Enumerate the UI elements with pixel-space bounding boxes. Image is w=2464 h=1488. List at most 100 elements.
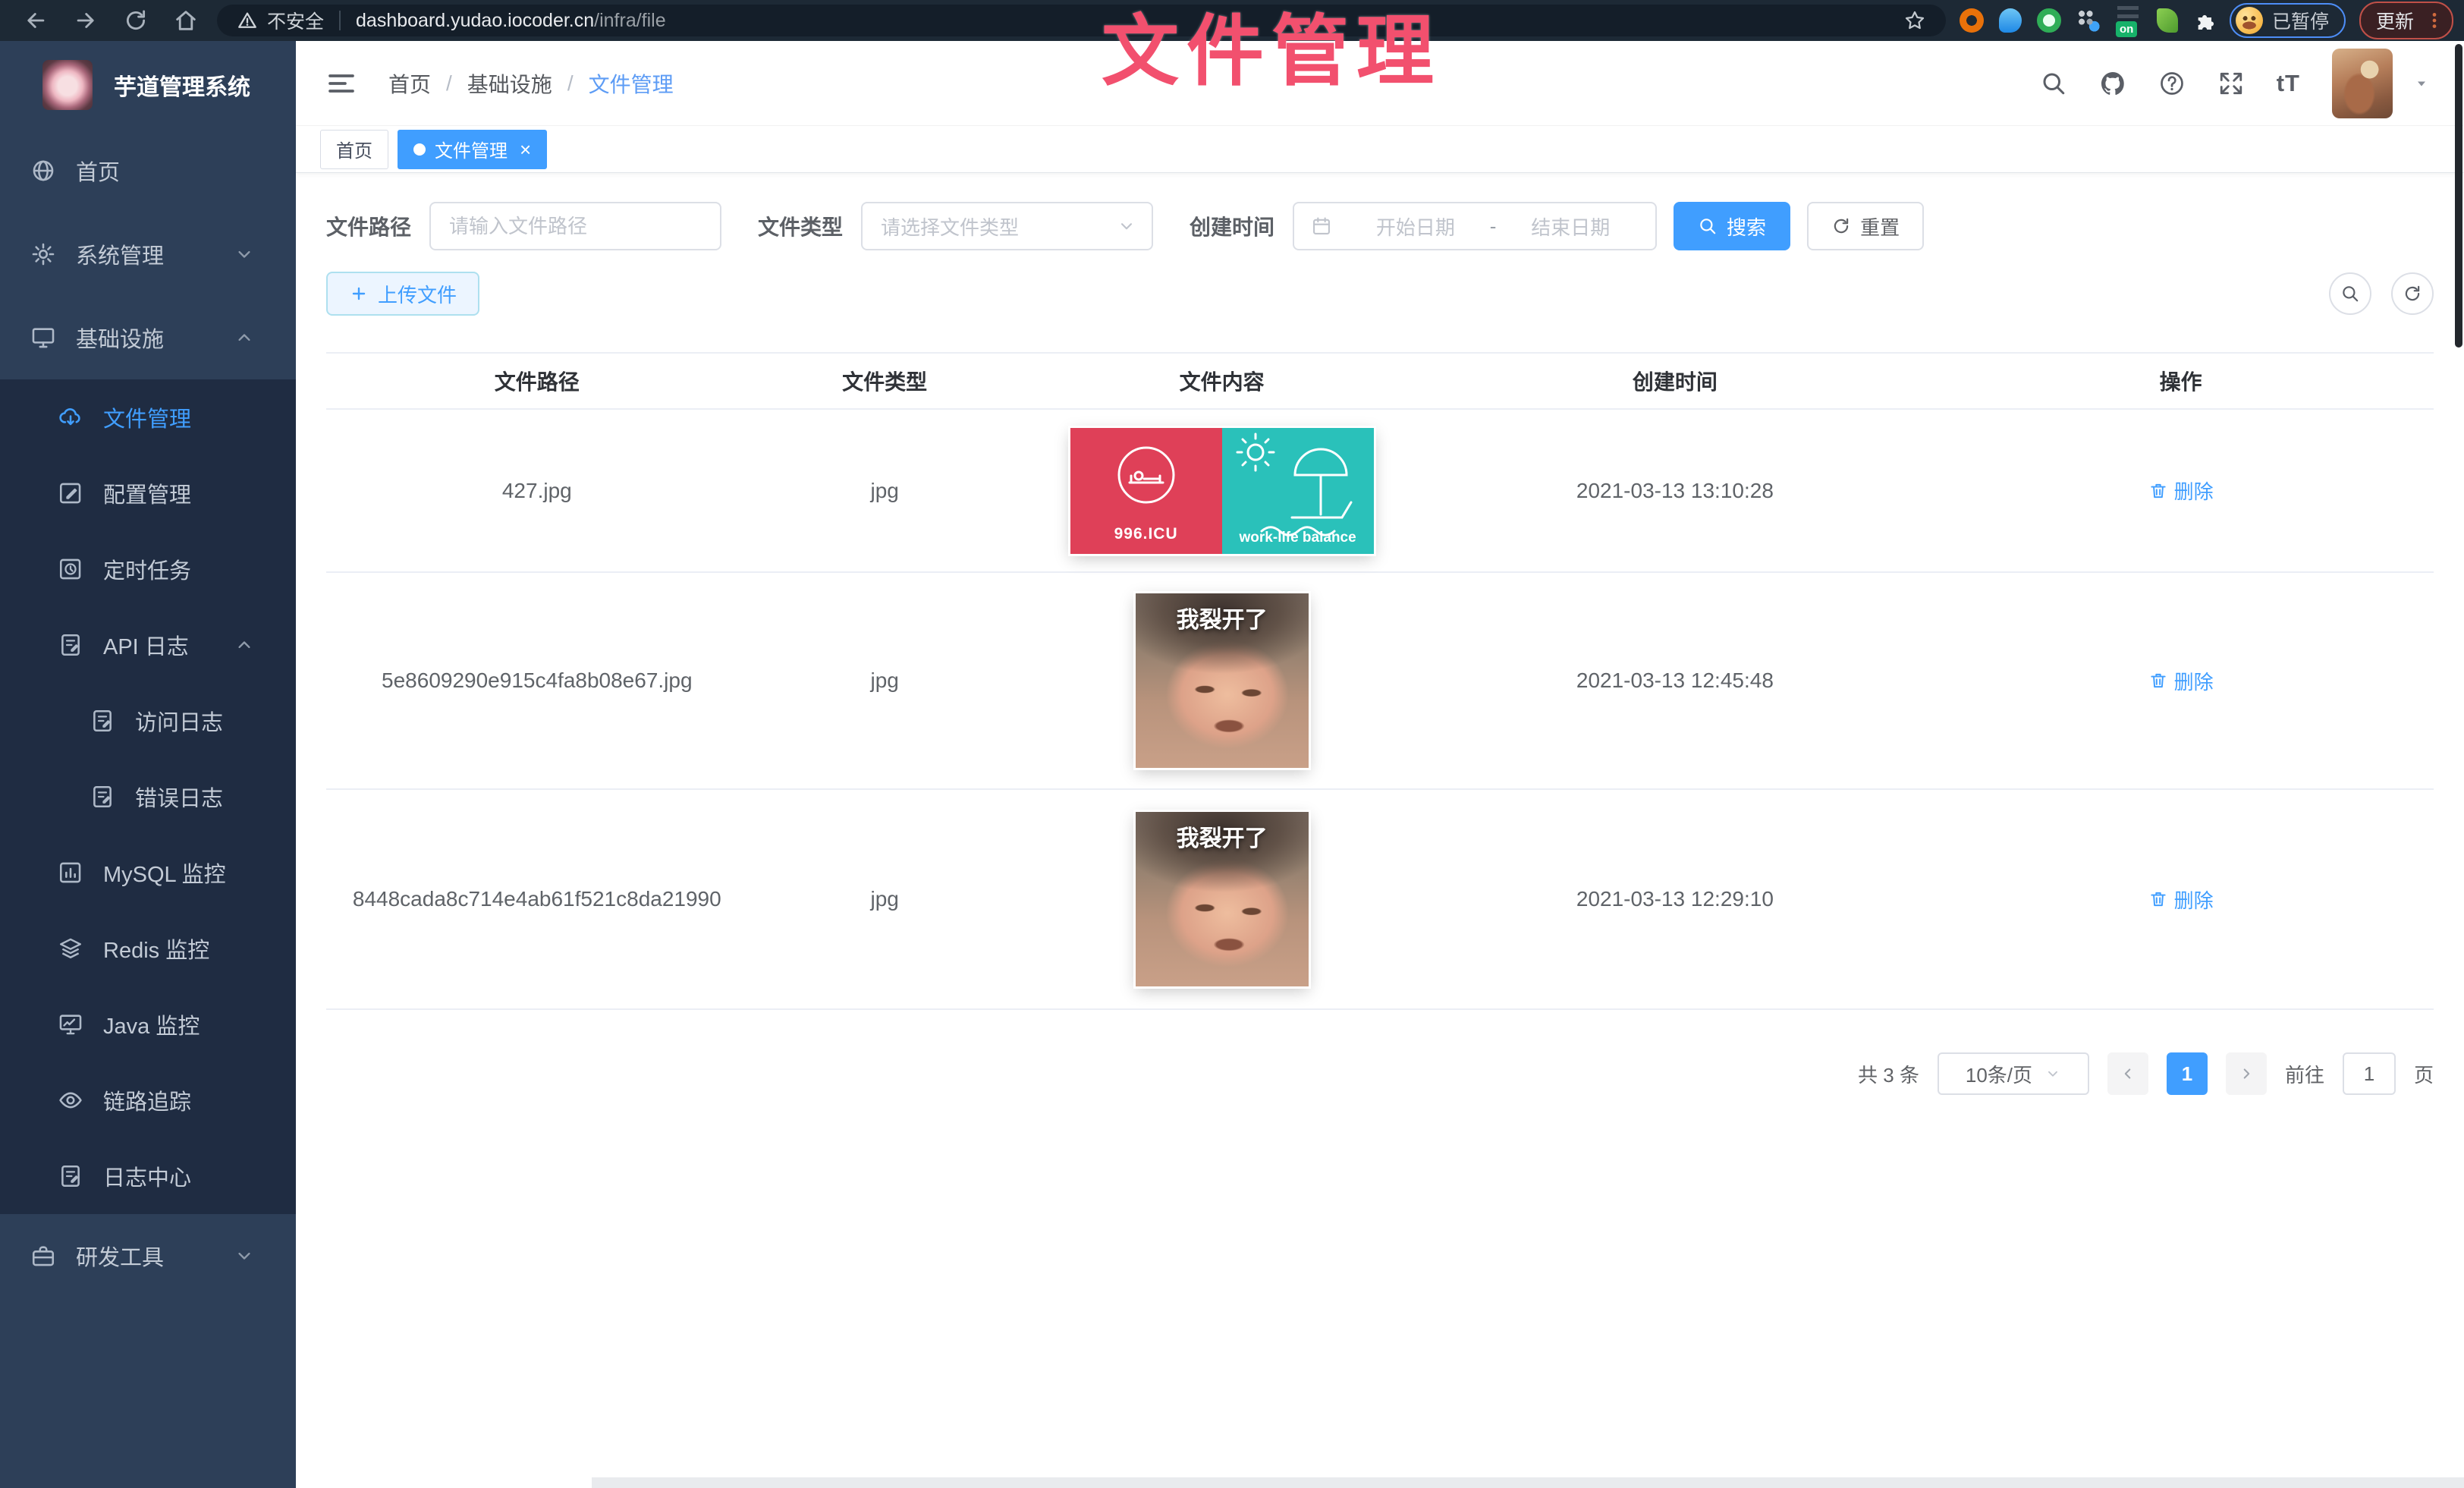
- paused-label: 已暂停: [2272, 7, 2329, 34]
- sidebar-item-config[interactable]: 配置管理: [0, 455, 296, 531]
- sidebar-item-job[interactable]: 定时任务: [0, 531, 296, 607]
- tag-home[interactable]: 首页: [320, 130, 388, 169]
- bottom-scroll-strip: [592, 1477, 2464, 1488]
- github-icon[interactable]: [2099, 70, 2126, 97]
- toggle-search-button[interactable]: [2329, 272, 2371, 315]
- extension-switch-icon[interactable]: on: [2116, 4, 2142, 37]
- sidebar-item-mysql[interactable]: MySQL 监控: [0, 835, 296, 911]
- date-range-picker[interactable]: 开始日期 - 结束日期: [1293, 202, 1657, 250]
- page-size-select[interactable]: 10条/页: [1938, 1052, 2089, 1095]
- font-size-icon[interactable]: tT: [2277, 70, 2300, 97]
- browser-scrollbar-thumb[interactable]: [2455, 44, 2462, 348]
- tag-file-manage[interactable]: 文件管理 ×: [398, 130, 547, 169]
- sidebar-item-api-log[interactable]: API 日志: [0, 607, 296, 683]
- tag-active-dot: [413, 143, 426, 156]
- browser-menu-dots-icon[interactable]: [2425, 11, 2444, 30]
- extension-on-badge: on: [2116, 21, 2137, 37]
- breadcrumb-current[interactable]: 文件管理: [589, 68, 674, 99]
- sidebar-item-tracing[interactable]: 链路追踪: [0, 1062, 296, 1138]
- browser-update-button[interactable]: 更新: [2359, 2, 2453, 39]
- user-avatar[interactable]: [2332, 49, 2393, 118]
- home-icon[interactable]: [173, 8, 199, 33]
- chevron-down-icon: [234, 1245, 255, 1266]
- sidebar-item-dev-tools[interactable]: 研发工具: [0, 1214, 296, 1298]
- profile-paused-pill[interactable]: 已暂停: [2230, 3, 2346, 38]
- sidebar-item-home[interactable]: 首页: [0, 129, 296, 212]
- breadcrumb-separator: /: [446, 71, 452, 96]
- delete-link[interactable]: 删除: [2148, 667, 2214, 695]
- extension-bars-icon: [2117, 6, 2139, 23]
- meme-996-panel: 996.ICU: [1070, 428, 1222, 554]
- breadcrumb-home[interactable]: 首页: [388, 68, 431, 99]
- search-icon: [2340, 284, 2360, 304]
- extension-grid-icon[interactable]: [2076, 8, 2101, 33]
- sidebar-item-label: 基础设施: [76, 322, 164, 354]
- log-doc-icon: [90, 784, 115, 810]
- goto-label: 前往: [2285, 1060, 2324, 1088]
- sidebar-item-java[interactable]: Java 监控: [0, 986, 296, 1062]
- sidebar-item-label: 首页: [76, 155, 120, 187]
- extension-green-icon[interactable]: [2037, 8, 2061, 33]
- sidebar-item-log-center[interactable]: 日志中心: [0, 1138, 296, 1214]
- toolbox-icon: [30, 1243, 56, 1269]
- file-path-input[interactable]: [429, 202, 721, 250]
- reset-button[interactable]: 重置: [1807, 202, 1924, 250]
- page-content: 文件路径 文件类型 请选择文件类型 创建时间 开始日期 - 结束日期: [296, 173, 2464, 1488]
- page-title-watermark: 文件管理: [1102, 0, 1441, 101]
- baby-caption: 我裂开了: [1136, 820, 1309, 853]
- cell-file-path: 427.jpg: [326, 479, 748, 503]
- upload-file-button[interactable]: 上传文件: [326, 272, 479, 316]
- reload-icon[interactable]: [123, 8, 149, 33]
- fullscreen-icon[interactable]: [2217, 70, 2245, 97]
- file-preview-image[interactable]: 我裂开了: [1136, 812, 1309, 986]
- sidebar-item-file-manage[interactable]: 文件管理: [0, 379, 296, 455]
- prev-page-button[interactable]: [2107, 1052, 2148, 1095]
- breadcrumb-infra[interactable]: 基础设施: [467, 68, 552, 99]
- avatar-caret-down-icon[interactable]: [2412, 74, 2431, 93]
- search-button[interactable]: 搜索: [1674, 202, 1790, 250]
- security-label: 不安全: [267, 7, 324, 34]
- delete-link[interactable]: 删除: [2148, 477, 2214, 505]
- cell-file-content: 我裂开了: [1022, 593, 1422, 768]
- file-type-select[interactable]: 请选择文件类型: [861, 202, 1153, 250]
- sidebar-logo[interactable]: 芋道管理系统: [0, 41, 296, 129]
- refresh-table-button[interactable]: [2391, 272, 2434, 315]
- address-bar[interactable]: 不安全 dashboard.yudao.iocoder.cn /infra/fi…: [217, 5, 1946, 36]
- delete-link[interactable]: 删除: [2148, 886, 2214, 914]
- chevron-up-icon: [234, 327, 255, 348]
- create-time-label: 创建时间: [1190, 211, 1274, 241]
- sidebar-item-label: 访问日志: [135, 705, 223, 737]
- cell-create-time: 2021-03-13 12:29:10: [1422, 887, 1928, 911]
- pagination-total: 共 3 条: [1858, 1060, 1919, 1088]
- sidebar-item-system[interactable]: 系统管理: [0, 212, 296, 296]
- sidebar-item-label: 日志中心: [103, 1160, 191, 1192]
- sidebar-item-error-log[interactable]: 错误日志: [0, 759, 296, 835]
- bookmark-star-icon[interactable]: [1903, 9, 1926, 32]
- table-header-row: 文件路径 文件类型 文件内容 创建时间 操作: [326, 354, 2434, 410]
- file-preview-image[interactable]: 996.ICU: [1070, 428, 1374, 554]
- page-number-button[interactable]: 1: [2167, 1052, 2208, 1095]
- search-button-label: 搜索: [1727, 212, 1766, 241]
- extensions-puzzle-icon[interactable]: [2193, 8, 2217, 33]
- search-icon[interactable]: [2040, 70, 2067, 97]
- refresh-icon: [2403, 284, 2422, 304]
- hamburger-collapse-icon[interactable]: [326, 68, 357, 99]
- extension-leaf-icon[interactable]: [2157, 8, 2178, 33]
- extension-orange-icon[interactable]: [1960, 8, 1984, 33]
- next-page-button[interactable]: [2226, 1052, 2267, 1095]
- table-toolbar: 上传文件: [326, 272, 2434, 316]
- file-preview-image[interactable]: 我裂开了: [1136, 593, 1309, 768]
- extension-blue-icon[interactable]: [1999, 8, 2022, 33]
- forward-icon[interactable]: [73, 8, 99, 33]
- back-icon[interactable]: [23, 8, 49, 33]
- sidebar-item-access-log[interactable]: 访问日志: [0, 683, 296, 759]
- table-row: 5e8609290e915c4fa8b08e67.jpg jpg 我裂开了 20…: [326, 573, 2434, 790]
- tag-close-icon[interactable]: ×: [520, 140, 531, 159]
- sidebar-item-infra[interactable]: 基础设施: [0, 296, 296, 379]
- plus-icon: [349, 284, 369, 304]
- sidebar-item-redis[interactable]: Redis 监控: [0, 911, 296, 986]
- goto-page-input[interactable]: [2343, 1052, 2396, 1095]
- help-icon[interactable]: [2158, 70, 2186, 97]
- chevron-down-icon: [234, 244, 255, 265]
- trash-icon: [2148, 889, 2168, 909]
